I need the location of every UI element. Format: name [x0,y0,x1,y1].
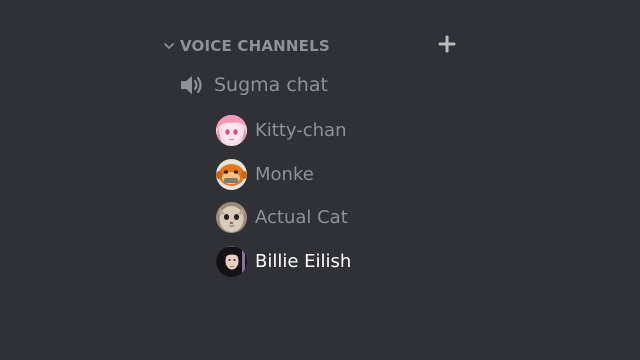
category-label: VOICE CHANNELS [180,37,330,55]
user-name: Actual Cat [255,206,348,228]
avatar [216,158,247,190]
voice-user-billie-eilish[interactable]: Billie Eilish [216,244,351,278]
avatar [216,114,247,146]
voice-user-monke[interactable]: Monke [216,157,314,191]
avatar [216,245,247,277]
chevron-down-icon[interactable] [162,39,176,53]
voice-channel-sugma-chat[interactable]: Sugma chat [178,70,328,100]
speaker-icon [178,72,206,98]
user-name: Billie Eilish [255,250,352,272]
voice-channels-category[interactable]: VOICE CHANNELS [162,34,462,58]
add-channel-button[interactable] [436,35,458,57]
user-name: Monke [255,163,314,185]
user-name: Kitty-chan [255,119,347,141]
voice-user-actual-cat[interactable]: Actual Cat [216,200,348,234]
plus-icon [438,35,456,57]
channel-sidebar: VOICE CHANNELS Sugma chat Kitty-chan Mon… [0,0,640,360]
avatar [216,201,247,233]
voice-user-kitty-chan[interactable]: Kitty-chan [216,113,347,147]
channel-name: Sugma chat [214,74,328,96]
